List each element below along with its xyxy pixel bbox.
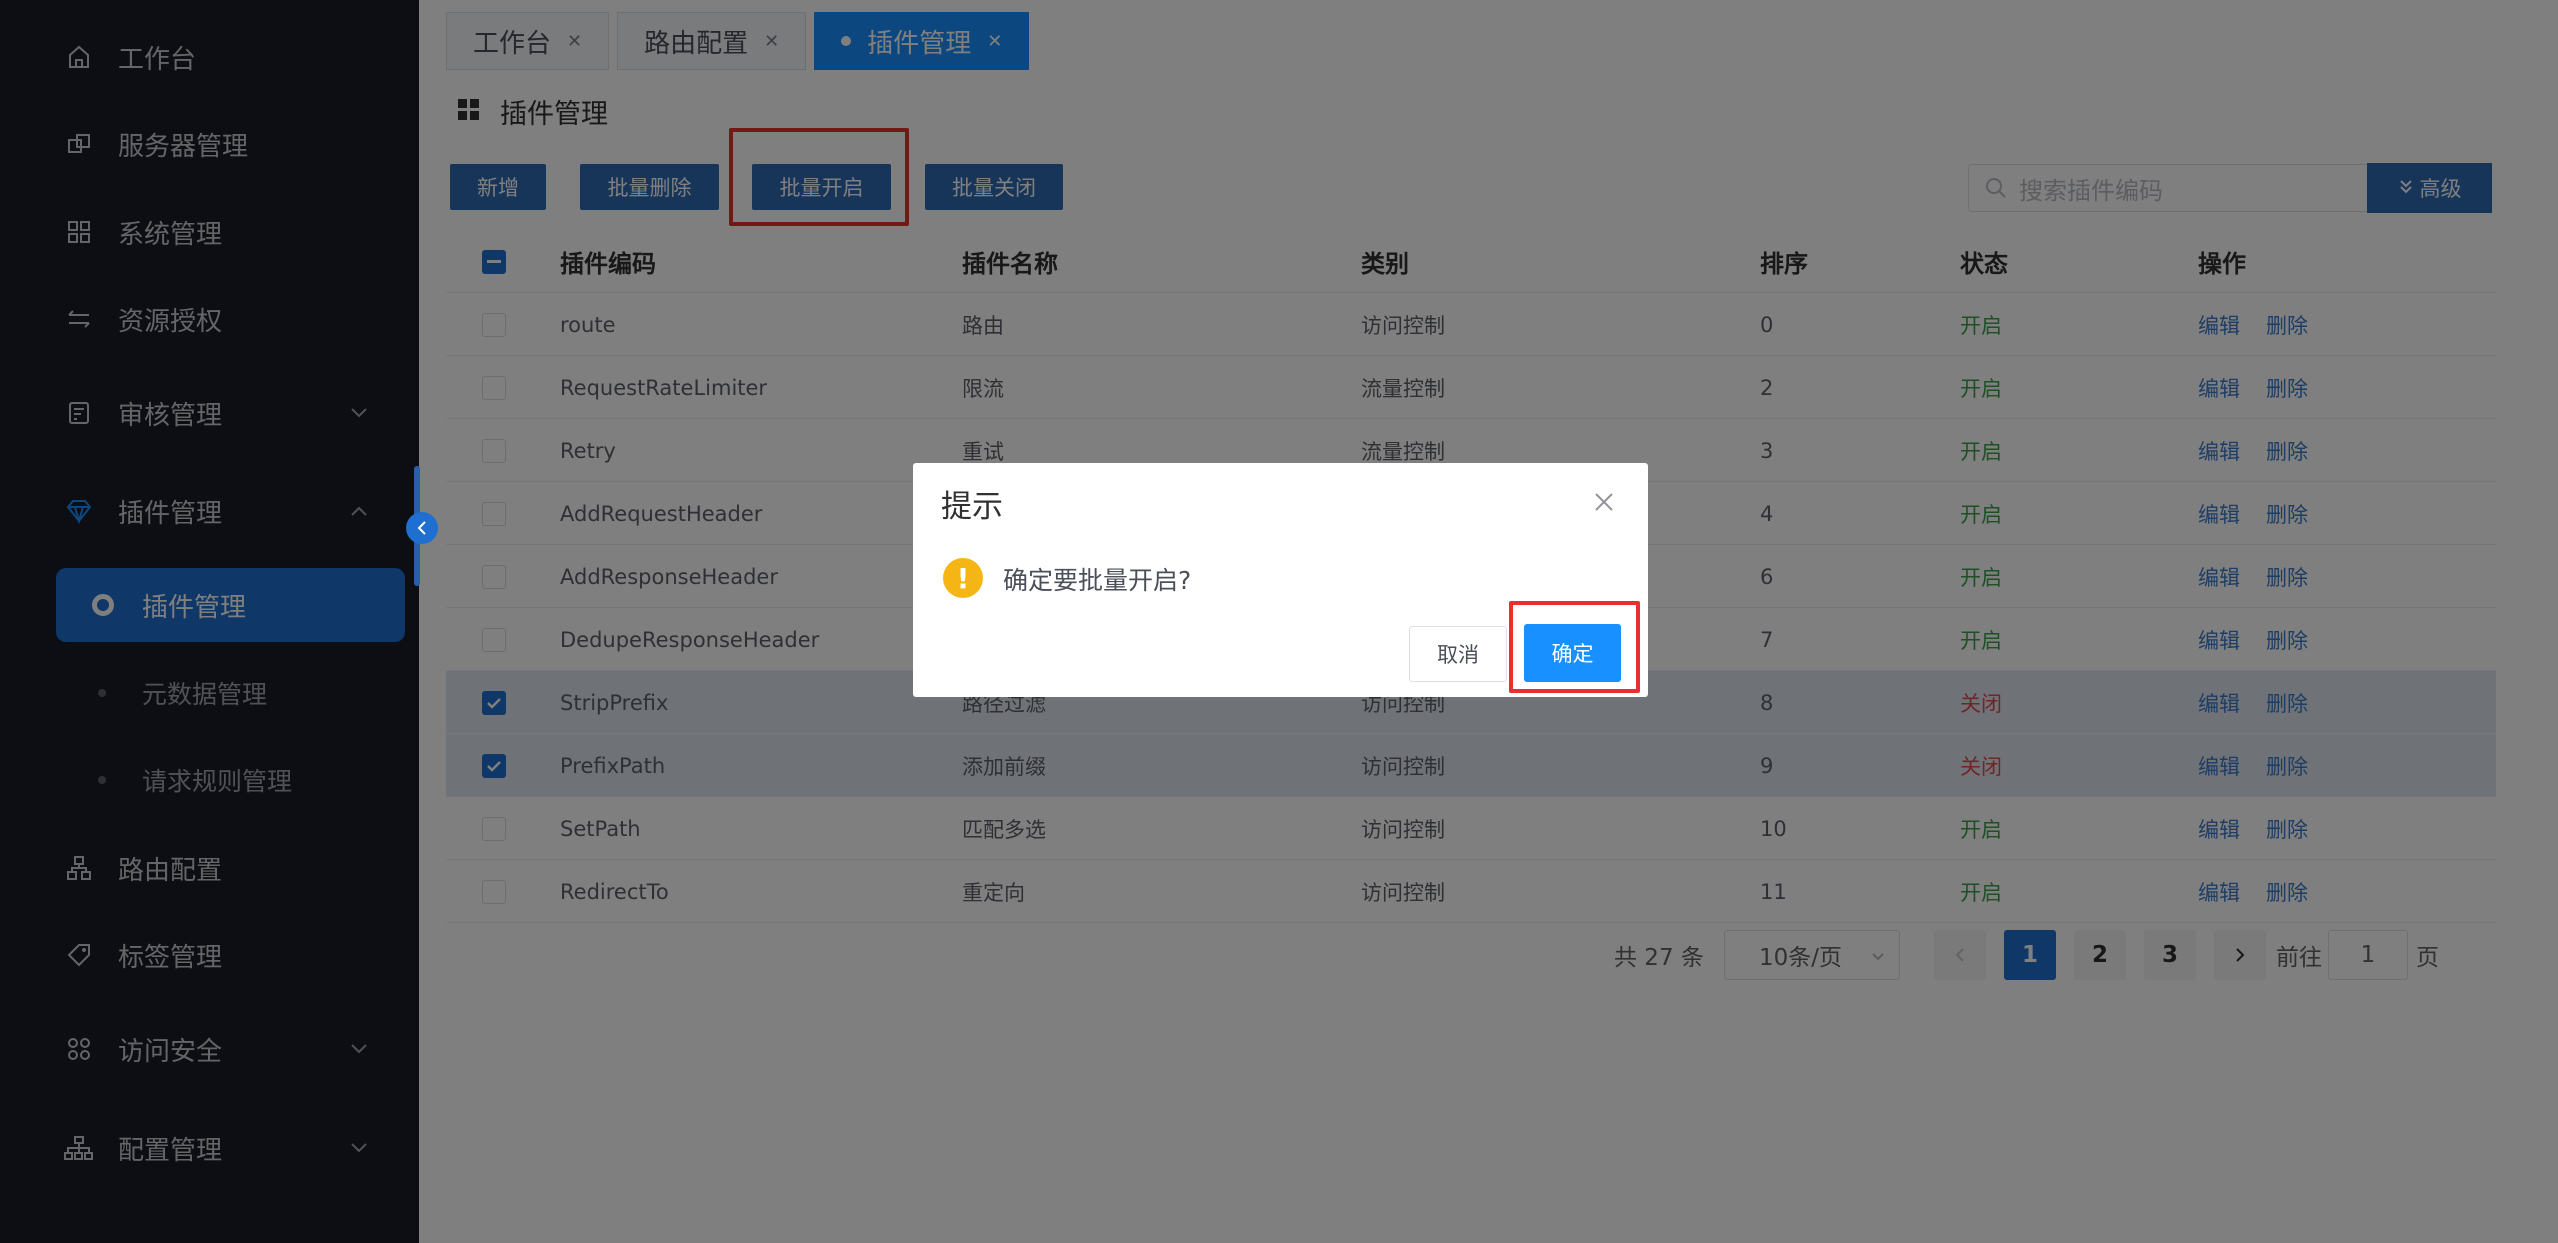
dialog-message: 确定要批量开启? bbox=[1003, 566, 1192, 595]
highlight-box bbox=[1509, 601, 1640, 693]
close-icon[interactable] bbox=[1593, 491, 1617, 515]
dialog-title: 提示 bbox=[941, 489, 1003, 525]
collapse-sidebar-button[interactable] bbox=[406, 512, 438, 544]
chevron-left-icon bbox=[417, 521, 426, 535]
warning-icon: ! bbox=[943, 558, 983, 598]
cancel-button[interactable]: 取消 bbox=[1409, 626, 1507, 682]
